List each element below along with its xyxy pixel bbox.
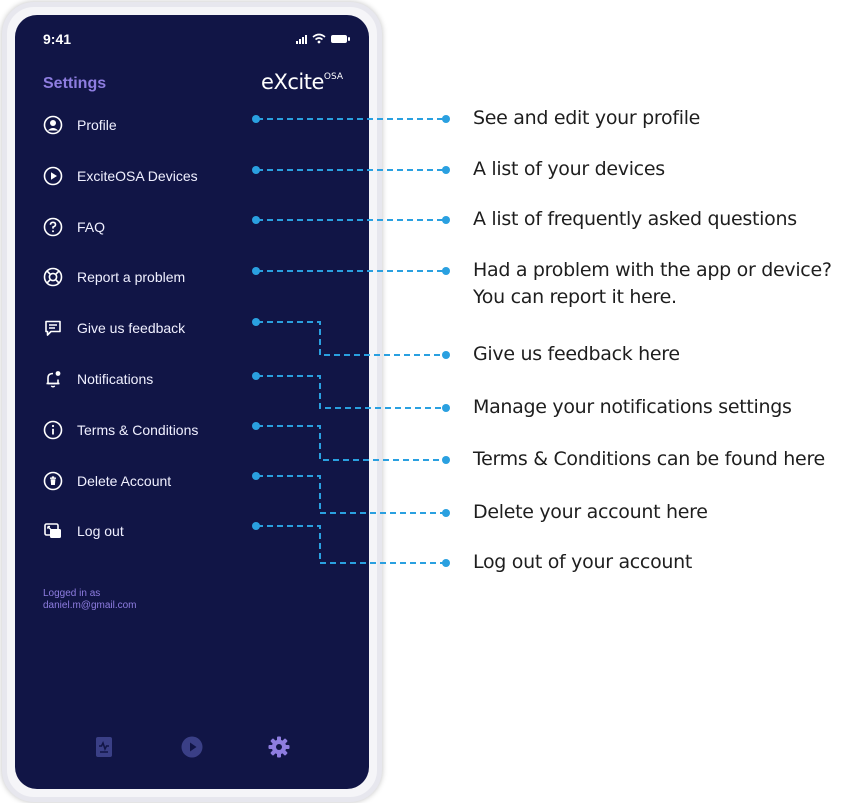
logout-icon [44, 523, 61, 538]
menu-item-faq[interactable]: FAQ [43, 215, 105, 239]
menu-item-delete-account[interactable]: Delete Account [43, 469, 171, 493]
phone-frame: 9:41 Settings eXciteOSA Profile ExciteOS… [2, 2, 382, 802]
callout-notifications: Manage your notifications settings [473, 396, 792, 418]
menu-label: Give us feedback [77, 320, 186, 336]
callout-devices: A list of your devices [473, 158, 665, 180]
page-title: Settings [43, 75, 107, 92]
trash-circle-icon [43, 471, 63, 491]
menu-item-terms[interactable]: Terms & Conditions [43, 418, 198, 442]
status-time: 9:41 [43, 31, 72, 47]
signal-icon [296, 34, 307, 44]
callout-logout: Log out of your account [473, 551, 693, 573]
play-circle-icon [43, 166, 63, 186]
battery-icon [331, 34, 350, 43]
info-circle-icon [43, 420, 63, 440]
report-tab-icon[interactable] [92, 735, 116, 759]
callout-report: Had a problem with the app or device? Yo… [473, 257, 832, 311]
bell-icon [46, 371, 61, 388]
callout-faq: A list of frequently asked questions [473, 208, 797, 230]
callout-terms: Terms & Conditions can be found here [473, 448, 825, 470]
brand-logo: eXciteOSA [261, 70, 343, 94]
menu-item-report-problem[interactable]: Report a problem [43, 265, 185, 289]
logged-in-label: Logged in as [43, 588, 101, 599]
user-circle-icon [43, 115, 63, 135]
callout-profile: See and edit your profile [473, 107, 701, 129]
app-screen: 9:41 Settings eXciteOSA Profile ExciteOS… [15, 15, 369, 789]
menu-label: Log out [77, 523, 124, 539]
callout-report-line1: Had a problem with the app or device? [473, 259, 832, 281]
menu-label: Terms & Conditions [77, 422, 199, 438]
menu-item-profile[interactable]: Profile [43, 113, 117, 137]
callout-report-line2: You can report it here. [473, 286, 677, 308]
menu-item-notifications[interactable]: Notifications [43, 367, 153, 391]
lifebuoy-icon [43, 267, 63, 287]
menu-label: Notifications [77, 371, 154, 387]
status-icons [296, 33, 350, 44]
chat-icon [45, 320, 61, 336]
wifi-icon [312, 33, 326, 44]
logged-in-info: Logged in as daniel.m@gmail.com [43, 588, 137, 612]
play-tab-icon[interactable] [180, 735, 204, 759]
menu-label: FAQ [77, 219, 106, 235]
callout-delete: Delete your account here [473, 501, 708, 523]
callout-feedback: Give us feedback here [473, 343, 680, 365]
menu-label: Profile [77, 117, 117, 133]
question-circle-icon [43, 217, 63, 237]
menu-label: Delete Account [77, 473, 172, 489]
menu-label: Report a problem [77, 269, 186, 285]
menu-item-devices[interactable]: ExciteOSA Devices [43, 164, 198, 188]
menu-item-feedback[interactable]: Give us feedback [43, 316, 185, 340]
account-email: daniel.m@gmail.com [43, 600, 137, 611]
settings-gear-icon[interactable] [267, 735, 291, 759]
menu-label: ExciteOSA Devices [77, 168, 198, 184]
menu-item-logout[interactable]: Log out [43, 519, 124, 543]
